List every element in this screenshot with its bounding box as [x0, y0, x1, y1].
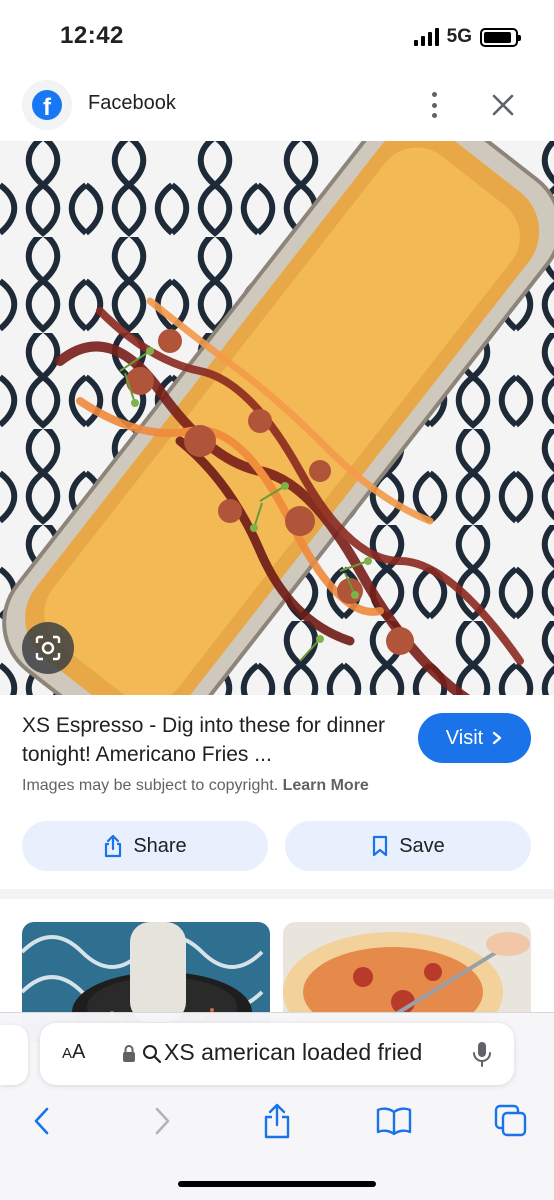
source-logo: f — [22, 80, 72, 130]
copyright-text: Images may be subject to copyright. — [22, 777, 279, 794]
share-label: Share — [133, 834, 187, 857]
share-button[interactable]: Share — [22, 821, 268, 871]
share-icon — [105, 834, 122, 858]
bookmarks-icon[interactable] — [374, 1101, 414, 1141]
visit-button[interactable]: Visit — [418, 713, 531, 763]
signal-icon — [413, 28, 439, 46]
status-bar: 12:42 5G — [0, 0, 554, 72]
share-page-icon[interactable] — [257, 1101, 297, 1141]
lock-icon — [123, 1045, 135, 1062]
address-text[interactable]: XS american loaded fried — [164, 1039, 422, 1066]
source-header: f Facebook — [0, 72, 554, 140]
browser-toolbar — [0, 1101, 554, 1145]
lens-icon — [35, 635, 61, 661]
section-divider — [0, 889, 554, 899]
result-title[interactable]: XS Espresso - Dig into these for dinner … — [22, 711, 402, 769]
battery-icon — [480, 27, 521, 47]
status-indicators: 5G — [413, 26, 521, 48]
browser-bottom-bar: AA XS american loaded fried — [0, 1012, 554, 1200]
copyright-notice: Images may be subject to copyright. Lear… — [22, 777, 369, 795]
result-image[interactable] — [0, 141, 554, 695]
back-icon[interactable] — [22, 1101, 62, 1141]
search-icon — [143, 1045, 162, 1064]
learn-more-link[interactable]: Learn More — [283, 777, 369, 794]
microphone-icon[interactable] — [472, 1040, 492, 1068]
fries-photo — [0, 141, 554, 695]
google-lens-button[interactable] — [22, 622, 74, 674]
text-size-button[interactable]: AA — [62, 1041, 85, 1064]
previous-tab-peek[interactable] — [0, 1025, 28, 1085]
visit-label: Visit — [445, 726, 484, 749]
address-bar[interactable]: AA XS american loaded fried — [40, 1023, 514, 1085]
save-button[interactable]: Save — [285, 821, 531, 871]
more-options-icon[interactable] — [424, 90, 444, 120]
battery-level — [484, 31, 511, 43]
save-label: Save — [399, 834, 445, 857]
facebook-logo-icon: f — [32, 90, 62, 120]
source-name: Facebook — [88, 92, 176, 114]
chevron-right-icon — [493, 731, 502, 745]
home-indicator — [178, 1181, 376, 1187]
network-type: 5G — [446, 26, 472, 47]
bookmark-icon — [373, 835, 388, 857]
forward-icon[interactable] — [142, 1101, 182, 1141]
close-icon[interactable] — [488, 90, 518, 120]
tabs-icon[interactable] — [491, 1101, 531, 1141]
status-time: 12:42 — [60, 22, 124, 49]
